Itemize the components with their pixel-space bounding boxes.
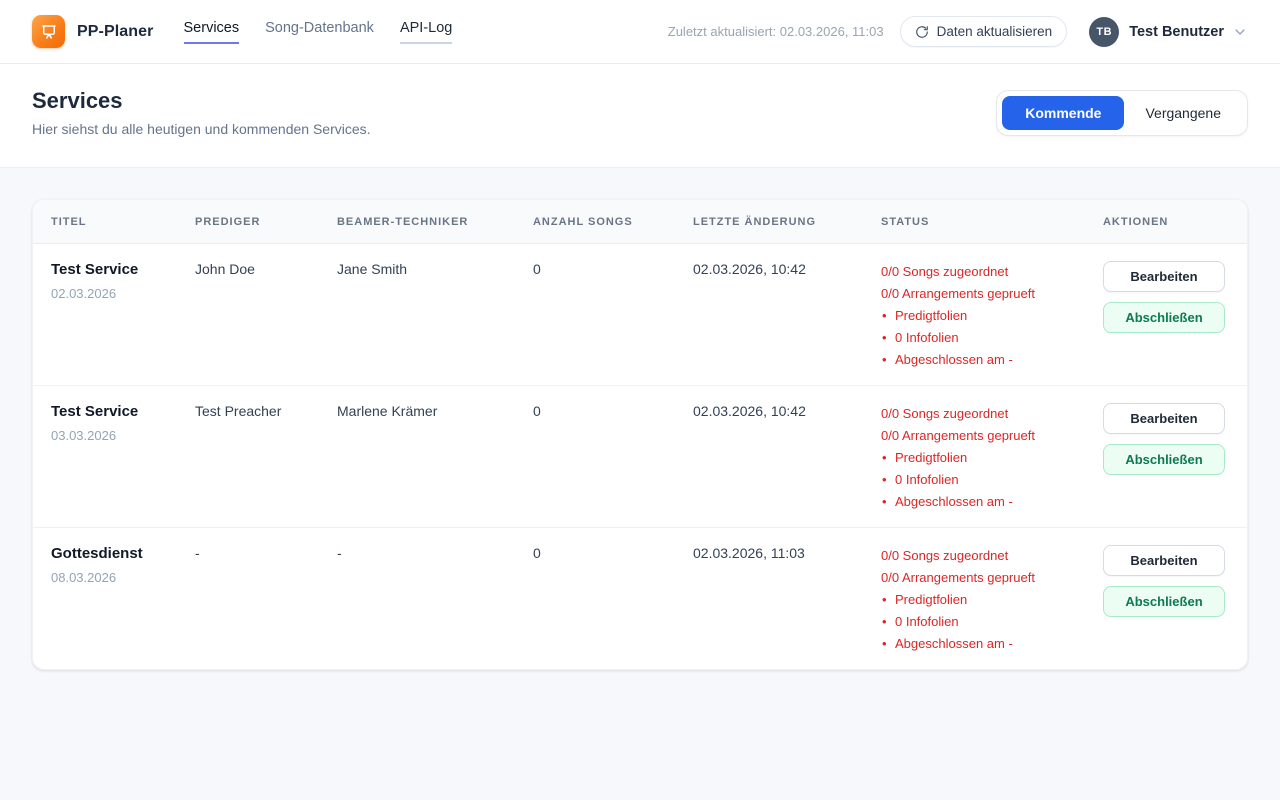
status-abgeschlossen: Abgeschlossen am -	[881, 349, 1079, 371]
complete-button[interactable]: Abschließen	[1103, 444, 1225, 475]
col-status: STATUS	[869, 200, 1091, 244]
services-table: TITEL PREDIGER BEAMER-TECHNIKER ANZAHL S…	[33, 200, 1247, 669]
col-anzahl-songs: ANZAHL SONGS	[521, 200, 681, 244]
col-beamer-techniker: BEAMER-TECHNIKER	[325, 200, 521, 244]
status-infofolien: 0 Infofolien	[881, 327, 1079, 349]
presentation-icon	[40, 23, 58, 41]
title-cell: Gottesdienst 08.03.2026	[33, 528, 183, 670]
status-abgeschlossen: Abgeschlossen am -	[881, 491, 1079, 513]
song-count-cell: 0	[521, 244, 681, 386]
refresh-icon	[915, 25, 929, 39]
col-prediger: PREDIGER	[183, 200, 325, 244]
nav-api-log[interactable]: API-Log	[400, 20, 452, 44]
status-songs: 0/0 Songs zugeordnet	[881, 403, 1079, 425]
service-date: 03.03.2026	[51, 428, 171, 443]
title-cell: Test Service 02.03.2026	[33, 244, 183, 386]
topbar: PP-Planer Services Song-Datenbank API-Lo…	[0, 0, 1280, 64]
status-songs: 0/0 Songs zugeordnet	[881, 545, 1079, 567]
status-predigtfolien: Predigtfolien	[881, 589, 1079, 611]
nav-song-datenbank[interactable]: Song-Datenbank	[265, 20, 374, 44]
edit-button[interactable]: Bearbeiten	[1103, 403, 1225, 434]
status-arrangements: 0/0 Arrangements geprueft	[881, 567, 1079, 589]
actions-cell: Bearbeiten Abschließen	[1091, 244, 1247, 386]
page-header: Services Hier siehst du alle heutigen un…	[0, 64, 1280, 168]
status-cell: 0/0 Songs zugeordnet 0/0 Arrangements ge…	[869, 244, 1091, 386]
page-header-text: Services Hier siehst du alle heutigen un…	[32, 88, 371, 137]
services-table-body: Test Service 02.03.2026 John Doe Jane Sm…	[33, 244, 1247, 670]
service-title: Test Service	[51, 261, 171, 278]
song-count-cell: 0	[521, 386, 681, 528]
user-menu[interactable]: TB Test Benutzer	[1089, 17, 1248, 47]
last-change-cell: 02.03.2026, 10:42	[681, 244, 869, 386]
service-date: 02.03.2026	[51, 286, 171, 301]
preacher-cell: -	[183, 528, 325, 670]
complete-button[interactable]: Abschließen	[1103, 586, 1225, 617]
song-count-cell: 0	[521, 528, 681, 670]
refresh-button-label: Daten aktualisieren	[937, 24, 1053, 39]
title-cell: Test Service 03.03.2026	[33, 386, 183, 528]
last-change-cell: 02.03.2026, 11:03	[681, 528, 869, 670]
table-row: Test Service 02.03.2026 John Doe Jane Sm…	[33, 244, 1247, 386]
status-predigtfolien: Predigtfolien	[881, 305, 1079, 327]
refresh-data-button[interactable]: Daten aktualisieren	[900, 16, 1068, 47]
service-filter-toggle: Kommende Vergangene	[996, 90, 1248, 136]
app-logo	[32, 15, 65, 48]
services-card: TITEL PREDIGER BEAMER-TECHNIKER ANZAHL S…	[32, 199, 1248, 670]
status-infofolien: 0 Infofolien	[881, 611, 1079, 633]
chevron-down-icon	[1232, 24, 1248, 40]
last-updated-text: Zuletzt aktualisiert: 02.03.2026, 11:03	[668, 24, 884, 39]
brand-title: PP-Planer	[77, 23, 154, 41]
status-infofolien: 0 Infofolien	[881, 469, 1079, 491]
filter-past-button[interactable]: Vergangene	[1124, 96, 1242, 130]
status-abgeschlossen: Abgeschlossen am -	[881, 633, 1079, 655]
status-cell: 0/0 Songs zugeordnet 0/0 Arrangements ge…	[869, 386, 1091, 528]
edit-button[interactable]: Bearbeiten	[1103, 545, 1225, 576]
table-header: TITEL PREDIGER BEAMER-TECHNIKER ANZAHL S…	[33, 200, 1247, 244]
last-change-cell: 02.03.2026, 10:42	[681, 386, 869, 528]
service-title: Test Service	[51, 403, 171, 420]
beamer-cell: Marlene Krämer	[325, 386, 521, 528]
beamer-cell: -	[325, 528, 521, 670]
complete-button[interactable]: Abschließen	[1103, 302, 1225, 333]
preacher-cell: John Doe	[183, 244, 325, 386]
table-row: Test Service 03.03.2026 Test Preacher Ma…	[33, 386, 1247, 528]
preacher-cell: Test Preacher	[183, 386, 325, 528]
col-title: TITEL	[33, 200, 183, 244]
beamer-cell: Jane Smith	[325, 244, 521, 386]
edit-button[interactable]: Bearbeiten	[1103, 261, 1225, 292]
topbar-right: Zuletzt aktualisiert: 02.03.2026, 11:03 …	[668, 16, 1248, 47]
status-predigtfolien: Predigtfolien	[881, 447, 1079, 469]
actions-cell: Bearbeiten Abschließen	[1091, 386, 1247, 528]
nav-services[interactable]: Services	[184, 20, 240, 44]
main-nav: Services Song-Datenbank API-Log	[184, 20, 453, 44]
table-row: Gottesdienst 08.03.2026 - - 0 02.03.2026…	[33, 528, 1247, 670]
page-subtitle: Hier siehst du alle heutigen und kommend…	[32, 121, 371, 137]
user-name: Test Benutzer	[1129, 24, 1224, 40]
service-date: 08.03.2026	[51, 570, 171, 585]
filter-upcoming-button[interactable]: Kommende	[1002, 96, 1124, 130]
col-letzte-aenderung: LETZTE ÄNDERUNG	[681, 200, 869, 244]
avatar: TB	[1089, 17, 1119, 47]
status-arrangements: 0/0 Arrangements geprueft	[881, 283, 1079, 305]
main-content: TITEL PREDIGER BEAMER-TECHNIKER ANZAHL S…	[0, 168, 1280, 701]
col-aktionen: AKTIONEN	[1091, 200, 1247, 244]
service-title: Gottesdienst	[51, 545, 171, 562]
status-songs: 0/0 Songs zugeordnet	[881, 261, 1079, 283]
page-title: Services	[32, 88, 371, 114]
status-cell: 0/0 Songs zugeordnet 0/0 Arrangements ge…	[869, 528, 1091, 670]
actions-cell: Bearbeiten Abschließen	[1091, 528, 1247, 670]
status-arrangements: 0/0 Arrangements geprueft	[881, 425, 1079, 447]
